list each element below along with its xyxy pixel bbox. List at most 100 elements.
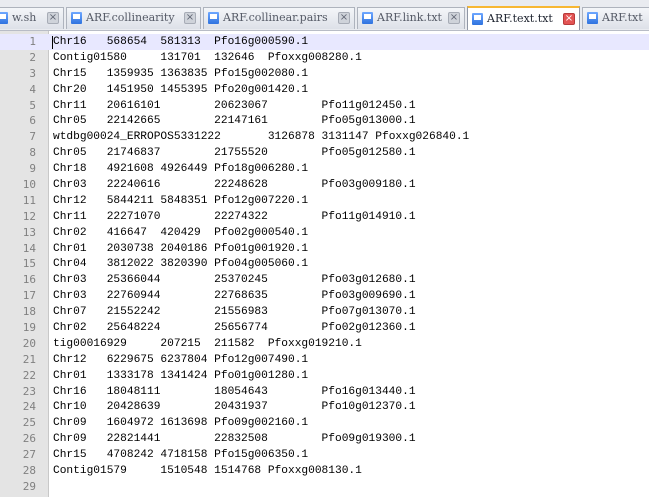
close-icon[interactable]: ×	[563, 13, 575, 25]
line-text: Contig01579 1510548 1514768 Pfoxxg008130…	[53, 465, 362, 478]
line-text: Chr05 21746837 21755520 Pfo05g012580.1	[53, 147, 416, 160]
line-text: Chr10 20428639 20431937 Pfo10g012370.1	[53, 401, 416, 414]
editor-line[interactable]: 10 Chr03 22240616 22248628 Pfo03g009180.1	[0, 177, 649, 193]
line-text: Chr18 4921608 4926449 Pfo18g006280.1	[53, 163, 309, 176]
line-number: 6	[29, 114, 36, 128]
editor-line[interactable]: 29	[0, 479, 649, 495]
line-number: 25	[22, 416, 36, 430]
editor-line[interactable]: 15 Chr04 3812022 3820390 Pfo04g005060.1	[0, 256, 649, 272]
editor-line[interactable]: 18 Chr07 21552242 21556983 Pfo07g013070.1	[0, 304, 649, 320]
tab-label: ARF.collinear.pairs	[223, 11, 328, 24]
tab-label: ARF.text.txt	[487, 12, 553, 25]
editor-line[interactable]: 2 Contig01580 131701 132646 Pfoxxg008280.…	[0, 50, 649, 66]
editor-line[interactable]: 4 Chr20 1451950 1455395 Pfo20g001420.1	[0, 82, 649, 98]
editor-line[interactable]: 23 Chr16 18048111 18054643 Pfo16g013440.1	[0, 384, 649, 400]
editor-line[interactable]: 11 Chr12 5844211 5848351 Pfo12g007220.1	[0, 193, 649, 209]
tab-arf-text-txt[interactable]: ARF.text.txt ×	[467, 6, 580, 30]
editor-line[interactable]: 25 Chr09 1604972 1613698 Pfo09g002160.1	[0, 415, 649, 431]
line-number: 26	[22, 432, 36, 446]
close-icon[interactable]: ×	[338, 12, 350, 24]
editor-line[interactable]: 12 Chr11 22271070 22274322 Pfo11g014910.1	[0, 209, 649, 225]
line-number: 4	[29, 82, 36, 96]
editor-line[interactable]: 24 Chr10 20428639 20431937 Pfo10g012370.1	[0, 399, 649, 415]
line-number: 8	[29, 146, 36, 160]
editor-line[interactable]: 17 Chr03 22760944 22768635 Pfo03g009690.1	[0, 288, 649, 304]
line-text: Chr02 25648224 25656774 Pfo02g012360.1	[53, 322, 416, 335]
editor-line[interactable]: 16 Chr03 25366044 25370245 Pfo03g012680.1	[0, 272, 649, 288]
line-number: 17	[22, 289, 36, 303]
editor-line[interactable]: 6 Chr05 22142665 22147161 Pfo05g013000.1	[0, 113, 649, 129]
line-text: Chr05 22142665 22147161 Pfo05g013000.1	[53, 115, 416, 128]
tab-bar: w.sh × ARF.collinearity × ARF.collinear.…	[0, 0, 649, 31]
line-text: Chr16 568654 581313 Pfo16g000590.1	[53, 36, 309, 48]
line-text: Chr09 1604972 1613698 Pfo09g002160.1	[53, 417, 309, 430]
line-number: 9	[29, 162, 36, 176]
line-text: Chr01 1333178 1341424 Pfo01g001280.1	[53, 369, 309, 382]
line-number: 1	[29, 35, 36, 48]
line-number: 16	[22, 273, 36, 287]
file-icon	[587, 12, 598, 24]
line-number: 23	[22, 384, 36, 398]
line-text: wtdbg00024_ERROPOS5331222 3126878 313114…	[53, 131, 470, 144]
line-text: Chr20 1451950 1455395 Pfo20g001420.1	[53, 83, 309, 96]
file-icon	[208, 12, 219, 24]
editor-line[interactable]: 8 Chr05 21746837 21755520 Pfo05g012580.1	[0, 145, 649, 161]
line-text: Chr03 25366044 25370245 Pfo03g012680.1	[53, 274, 416, 287]
editor-line[interactable]: 28 Contig01579 1510548 1514768 Pfoxxg0081…	[0, 463, 649, 479]
close-icon[interactable]: ×	[448, 12, 460, 24]
file-icon	[0, 12, 8, 24]
close-icon[interactable]: ×	[47, 12, 59, 24]
line-number: 27	[22, 448, 36, 462]
line-text: Chr01 2030738 2040186 Pfo01g001920.1	[53, 242, 309, 255]
file-icon	[472, 13, 483, 25]
line-number: 22	[22, 368, 36, 382]
line-text: Chr15 1359935 1363835 Pfo15g002080.1	[53, 67, 309, 80]
tab-arf-collinear-pairs[interactable]: ARF.collinear.pairs ×	[203, 7, 355, 29]
line-number: 7	[29, 130, 36, 144]
line-number: 12	[22, 209, 36, 223]
editor-line[interactable]: 21 Chr12 6229675 6237804 Pfo12g007490.1	[0, 352, 649, 368]
editor-line[interactable]: 3 Chr15 1359935 1363835 Pfo15g002080.1	[0, 66, 649, 82]
editor-line[interactable]: 19 Chr02 25648224 25656774 Pfo02g012360.1	[0, 320, 649, 336]
line-number: 13	[22, 225, 36, 239]
tab-label: ARF.txt	[602, 11, 643, 24]
line-text: Chr04 3812022 3820390 Pfo04g005060.1	[53, 258, 309, 271]
line-number: 29	[22, 479, 36, 493]
editor-line[interactable]: 27 Chr15 4708242 4718158 Pfo15g006350.1	[0, 447, 649, 463]
line-text: Chr03 22760944 22768635 Pfo03g009690.1	[53, 290, 416, 303]
tab-arf-link-txt[interactable]: ARF.link.txt ×	[357, 7, 465, 29]
editor-line[interactable]: 13 Chr02 416647 420429 Pfo02g000540.1	[0, 225, 649, 241]
line-number: 5	[29, 98, 36, 112]
tab-label: ARF.collinearity	[86, 11, 175, 24]
line-text: Chr12 6229675 6237804 Pfo12g007490.1	[53, 353, 309, 366]
line-number: 19	[22, 321, 36, 335]
tab-w-sh[interactable]: w.sh ×	[0, 7, 64, 29]
editor-line[interactable]: 9 Chr18 4921608 4926449 Pfo18g006280.1	[0, 161, 649, 177]
file-icon	[362, 12, 373, 24]
line-text: Chr11 22271070 22274322 Pfo11g014910.1	[53, 210, 416, 223]
line-number: 18	[22, 305, 36, 319]
line-number: 20	[22, 336, 36, 350]
line-number: 15	[22, 257, 36, 271]
line-number: 28	[22, 464, 36, 478]
tab-arf-txt[interactable]: ARF.txt	[582, 7, 649, 29]
editor-line[interactable]: 20 tig00016929 207215 211582 Pfoxxg019210…	[0, 336, 649, 352]
close-icon[interactable]: ×	[184, 12, 196, 24]
line-number: 21	[22, 352, 36, 366]
editor-line[interactable]: 1 Chr16 568654 581313 Pfo16g000590.1	[0, 34, 649, 50]
line-text: Chr07 21552242 21556983 Pfo07g013070.1	[53, 306, 416, 319]
text-editor[interactable]: 1 Chr16 568654 581313 Pfo16g000590.1 2 Co…	[0, 31, 649, 497]
tab-label: ARF.link.txt	[377, 11, 442, 24]
tab-arf-collinearity[interactable]: ARF.collinearity ×	[66, 7, 201, 29]
editor-line[interactable]: 14 Chr01 2030738 2040186 Pfo01g001920.1	[0, 241, 649, 257]
line-number: 2	[29, 50, 36, 64]
file-icon	[71, 12, 82, 24]
line-number: 11	[22, 193, 36, 207]
line-text: Chr09 22821441 22832508 Pfo09g019300.1	[53, 433, 416, 446]
editor-line[interactable]: 7 wtdbg00024_ERROPOS5331222 3126878 31311…	[0, 129, 649, 145]
editor-line[interactable]: 5 Chr11 20616101 20623067 Pfo11g012450.1	[0, 98, 649, 114]
line-number: 14	[22, 241, 36, 255]
editor-line[interactable]: 26 Chr09 22821441 22832508 Pfo09g019300.1	[0, 431, 649, 447]
editor-lines: 1 Chr16 568654 581313 Pfo16g000590.1 2 Co…	[0, 34, 649, 495]
editor-line[interactable]: 22 Chr01 1333178 1341424 Pfo01g001280.1	[0, 368, 649, 384]
